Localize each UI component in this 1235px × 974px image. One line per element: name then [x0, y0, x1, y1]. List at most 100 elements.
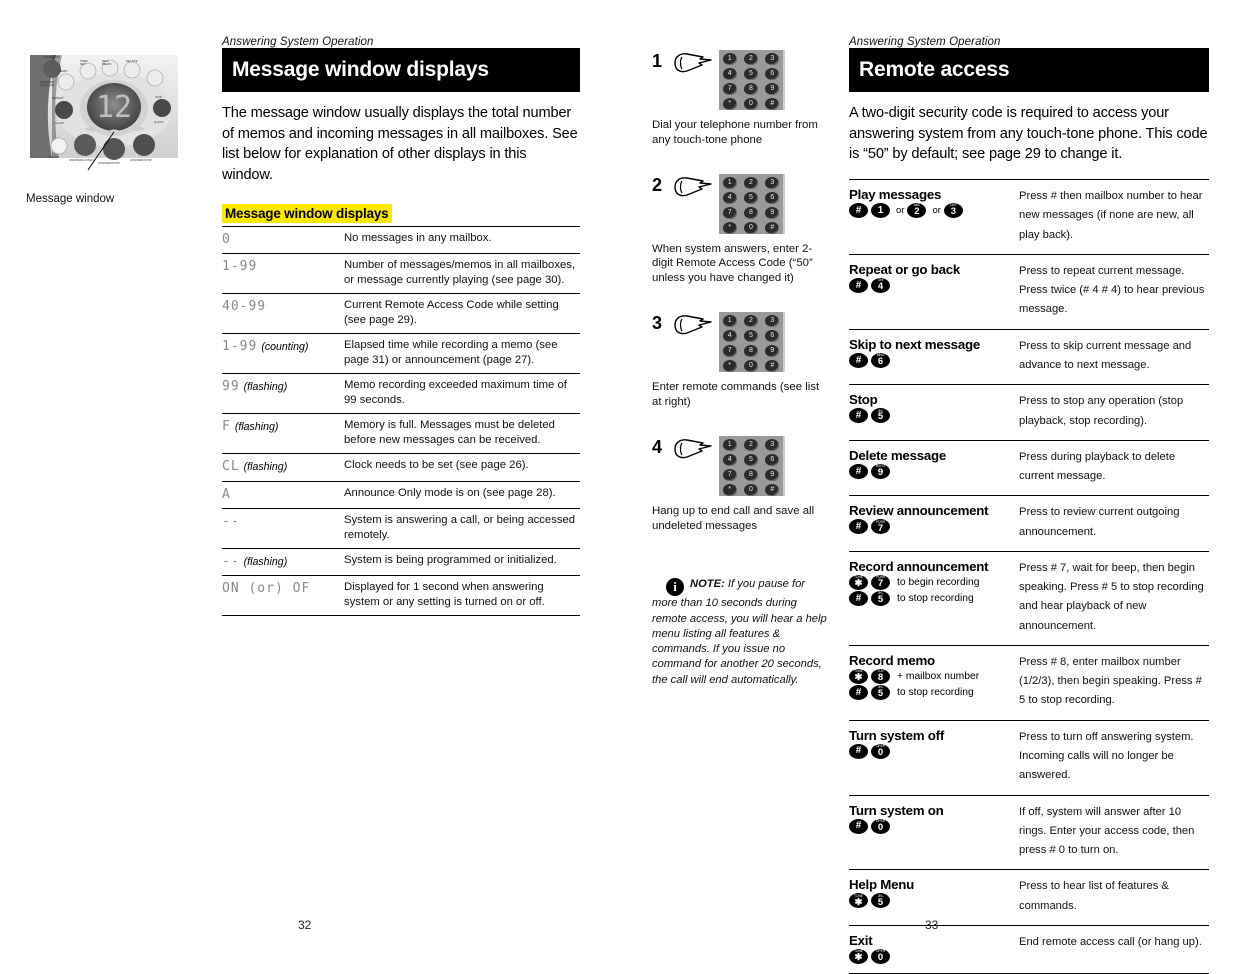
keypad-key: * — [722, 98, 737, 110]
key-annotation: + mailbox number — [897, 670, 980, 682]
lcd-code: -- — [222, 513, 240, 529]
display-description-cell: Number of messages/memos in all mailboxe… — [344, 259, 576, 287]
key-digit: 5 — [877, 594, 884, 606]
step-text: Dial your telephone number from any touc… — [652, 119, 818, 146]
telephone-keypad-icon: 1 2 3 4 5 6 7 8 9 * 0 # — [719, 312, 785, 373]
display-description-cell: System is being programmed or initialize… — [344, 553, 557, 566]
pointing-hand — [669, 174, 713, 205]
key-digit: 5 — [877, 688, 884, 700]
command-title: Delete message — [849, 447, 947, 463]
keypad-key: 6 — [765, 191, 780, 204]
command-description: Press to hear list of features & command… — [1019, 880, 1169, 912]
pointing-hand — [669, 312, 713, 343]
keypad-key: 3 — [765, 315, 780, 328]
key-digit: ✱ — [854, 896, 863, 908]
command-description: Press to turn off answering system. Inco… — [1019, 730, 1194, 782]
keypad-key: 2 — [743, 438, 758, 451]
command-row: Stop # JKL 5 Press to stop any operation (st… — [849, 385, 1209, 441]
keypad-button-pound: # — [849, 590, 868, 606]
step-number: 2 — [652, 174, 663, 195]
command-description: Press to skip current message and advanc… — [1019, 339, 1192, 372]
key-sequence: TONE ✱ PQRS 7 to begin recording — [849, 574, 1019, 590]
key-digit: # — [855, 521, 862, 533]
keypad-key: 6 — [765, 453, 780, 466]
keypad-key: # — [765, 483, 780, 496]
manual-spread: 12 INTERCOM HANDSET LOCATOR MEMO TIME/ S… — [0, 0, 1235, 974]
display-code-cell: -- (flashing) — [222, 548, 344, 575]
key-digit: 7 — [877, 578, 884, 590]
intro-paragraph-right: A two-digit security code is required to… — [849, 105, 1208, 163]
command-row: Help Menu TONE ✱ JKL 5 Press to hear list of … — [849, 870, 1209, 926]
key-digit: 0 — [877, 746, 884, 758]
step-number: 3 — [652, 313, 663, 334]
command-title: Turn system on — [849, 802, 944, 818]
keypad-key: 9 — [765, 83, 780, 95]
keypad-key: 8 — [743, 206, 758, 219]
keypad-button-star: TONE ✱ — [849, 574, 868, 590]
keypad-key: 5 — [743, 191, 758, 204]
step-text: When system answers, enter 2-digit Remot… — [652, 242, 813, 285]
remote-commands-table: Play messages #1 or ABC 2 or DEF 3 Press # then … — [849, 179, 1209, 974]
note-block: i NOTE: If you pause for more than 10 sec… — [652, 577, 827, 687]
command-left-cell: Turn system off # OPER 0 — [849, 720, 1019, 795]
command-row: Review announcement # PQRS 7 Press to review… — [849, 496, 1209, 552]
keypad-button-pound: # — [849, 743, 868, 759]
keypad-button-pound: # — [849, 203, 868, 219]
keypad-button-6: MNO 6 — [871, 352, 890, 368]
remote-access-step: 3 1 2 3 4 5 6 7 8 9 * 0 # Enter remote commands (see… — [652, 312, 827, 410]
lcd-code: 99 — [222, 379, 240, 395]
command-left-cell: Repeat or go back # GHI 4 — [849, 254, 1019, 329]
key-digit: 5 — [877, 411, 884, 423]
display-description-cell: Announce Only mode is on (see page 28). — [344, 486, 556, 499]
key-digit: # — [855, 410, 862, 422]
keypad-button-5: JKL 5 — [871, 684, 890, 700]
key-digit: 3 — [950, 206, 957, 218]
command-title: Repeat or go back — [849, 261, 961, 277]
keypad-key: 3 — [765, 53, 780, 65]
keypad-key: 4 — [722, 68, 737, 80]
keypad-button-3: DEF 3 — [943, 203, 963, 219]
key-digit: # — [855, 592, 862, 604]
key-digit: 6 — [877, 355, 884, 367]
key-annotation: to stop recording — [897, 686, 974, 698]
table-row: ON (or) OF Displayed for 1 second when an… — [222, 575, 580, 616]
pointing-hand-icon — [674, 53, 712, 73]
keypad-key: 3 — [765, 176, 780, 189]
command-row: Repeat or go back # GHI 4 Press to repeat cu… — [849, 254, 1209, 330]
pointing-hand-icon — [674, 315, 712, 335]
key-digit: # — [855, 465, 862, 477]
keypad-key: * — [722, 483, 737, 496]
keypad-button-pound: # — [849, 352, 868, 368]
intro-paragraph-left: The message window usually displays the … — [222, 105, 578, 184]
keypad-key: * — [722, 360, 737, 373]
running-head-left: Answering System Operation — [222, 36, 374, 48]
lcd-code: -- — [222, 553, 240, 569]
svg-text:MEMO: MEMO — [58, 69, 68, 73]
keypad-key: 8 — [743, 83, 758, 95]
command-title: Help Menu — [849, 877, 914, 893]
display-description-cell: Elapsed time while recording a memo (see… — [344, 339, 558, 367]
telephone-keypad-icon: 1 2 3 4 5 6 7 8 9 * 0 # — [719, 173, 785, 234]
key-sequence: #1 or ABC 2 or DEF 3 — [849, 203, 1019, 219]
keypad-button-star: TONE ✱ — [849, 893, 868, 909]
svg-text:SLOW: SLOW — [55, 121, 64, 125]
keypad-key: 2 — [743, 315, 758, 328]
key-separator: or — [932, 205, 941, 217]
keypad-key: 4 — [722, 453, 737, 466]
key-digit: 7 — [877, 522, 884, 534]
table-row: 1-99 (counting) Elapsed time while recordi… — [222, 333, 580, 374]
key-digit: 0 — [877, 821, 884, 833]
table-row: 0 No messages in any mailbox. — [222, 226, 580, 253]
keypad-key: 1 — [722, 438, 737, 451]
pointing-hand-icon — [674, 438, 712, 459]
command-row: Turn system on # OPER 0 If off, system will … — [849, 795, 1209, 870]
keypad-key: 7 — [722, 206, 737, 219]
pointing-hand — [669, 436, 713, 467]
command-left-cell: Record memo TONE ✱ TUV 8 + mailbox number # JKL… — [849, 645, 1019, 720]
info-icon: i — [666, 578, 684, 597]
key-digit: # — [855, 686, 862, 698]
left-page-column: Answering System Operation Message windo… — [222, 36, 580, 616]
table-row: 1-99 Number of messages/memos in all mail… — [222, 253, 580, 294]
display-code-note: (flashing) — [234, 421, 279, 434]
display-code-cell: 0 — [222, 226, 344, 253]
